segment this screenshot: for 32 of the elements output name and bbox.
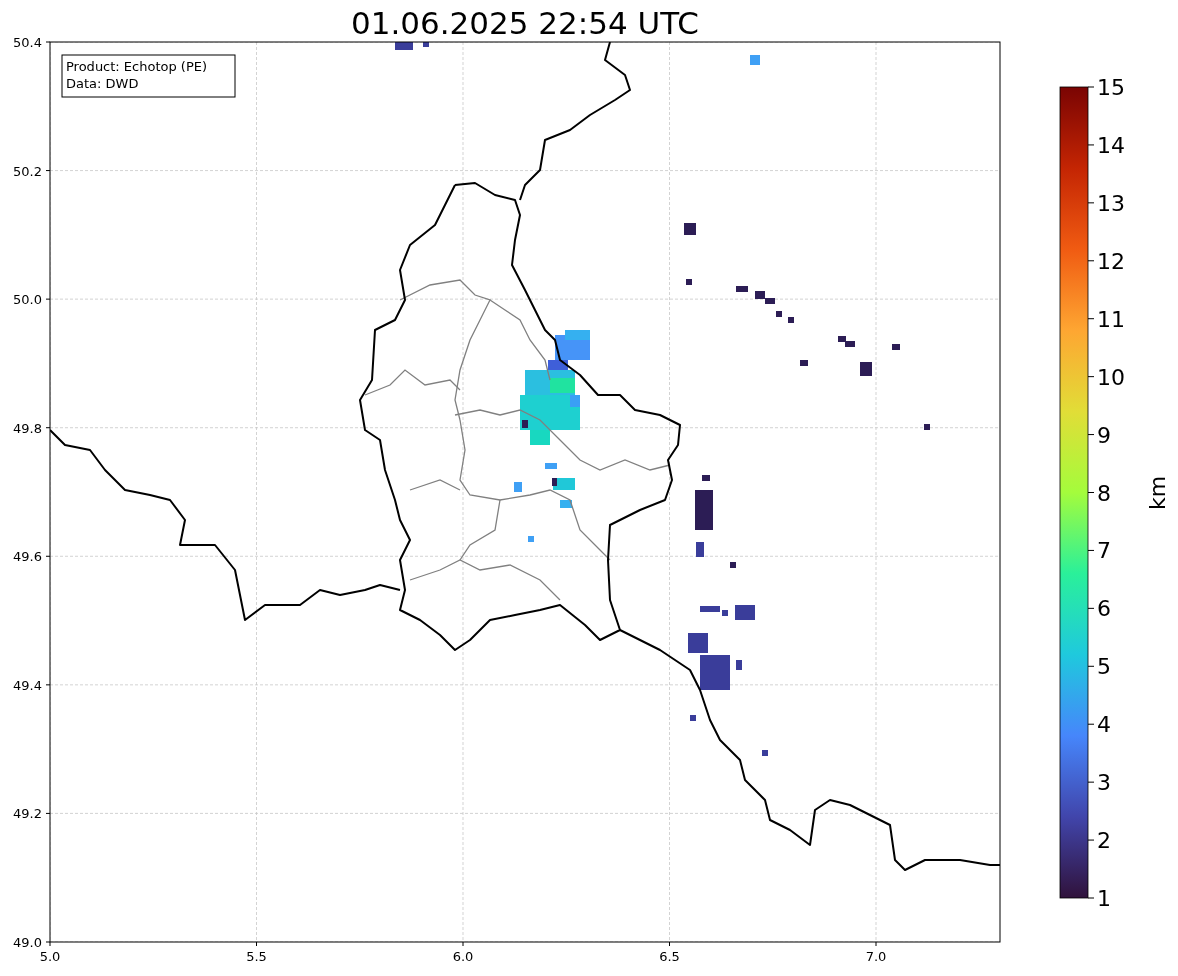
colorbar-tick-label: 5 <box>1097 654 1111 680</box>
colorbar-tick-label: 9 <box>1097 422 1111 448</box>
x-tick-label: 6.0 <box>452 949 474 964</box>
chart-title: 01.06.2025 22:54 UTC <box>351 5 699 41</box>
legend-text: Data: DWD <box>66 76 139 91</box>
x-tick-label: 7.0 <box>865 949 887 964</box>
colorbar-tick-label: 4 <box>1097 712 1111 738</box>
colorbar-tick-label: 12 <box>1097 248 1125 274</box>
colorbar-tick-label: 6 <box>1097 596 1111 622</box>
y-tick-label: 49.8 <box>13 420 42 436</box>
y-tick-label: 49.6 <box>13 549 42 565</box>
y-tick-label: 50.4 <box>13 35 42 50</box>
colorbar-tick-label: 11 <box>1097 306 1125 332</box>
colorbar-tick-label: 3 <box>1097 770 1111 796</box>
y-tick-label: 50.2 <box>13 163 42 179</box>
y-tick-label: 50.0 <box>13 292 42 308</box>
x-tick-label: 6.5 <box>659 949 680 964</box>
x-tick-label: 5.5 <box>246 949 267 964</box>
x-tick-label: 5.0 <box>39 949 61 964</box>
colorbar-tick-label: 8 <box>1097 480 1111 506</box>
colorbar-tick-label: 1 <box>1097 886 1111 911</box>
y-tick-label: 49.0 <box>13 935 42 950</box>
colorbar-tick-label: 7 <box>1097 538 1111 564</box>
colorbar-tick-label: 14 <box>1097 132 1125 158</box>
colorbar-tick-label: 10 <box>1097 364 1125 390</box>
y-tick-label: 49.2 <box>13 806 42 822</box>
y-tick-label: 49.4 <box>13 677 42 693</box>
colorbar-label: km <box>1145 475 1170 511</box>
colorbar-tick-label: 15 <box>1097 75 1125 100</box>
colorbar-tick-label: 2 <box>1097 828 1111 854</box>
legend-text: Product: Echotop (PE) <box>66 59 208 74</box>
colorbar-tick-label: 13 <box>1097 190 1125 216</box>
